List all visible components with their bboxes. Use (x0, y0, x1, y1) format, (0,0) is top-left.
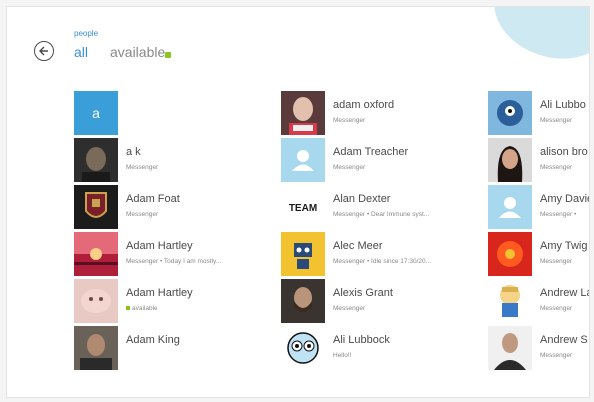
contact-name: Alan Dexter (333, 193, 391, 205)
contact-name: Adam Treacher (333, 146, 409, 158)
available-dot-icon (126, 306, 130, 311)
contact-avatar (74, 138, 118, 182)
people-app-window: people all available a a k Messenger Adam F… (6, 6, 590, 398)
back-arrow-icon (39, 46, 48, 56)
contact-avatar: TEAM (281, 185, 325, 229)
contact-name: Adam Hartley (126, 287, 193, 299)
contact-avatar: a (74, 91, 118, 135)
contact-name: Adam King (126, 334, 180, 346)
contact-status: Messenger • Dear Immune syst... (333, 211, 430, 218)
contact-status: available (126, 305, 158, 312)
contact-avatar (74, 185, 118, 229)
contact-name: Amy Twig (540, 240, 588, 252)
back-button[interactable] (34, 41, 54, 61)
svg-text:TEAM: TEAM (289, 203, 317, 214)
contact-avatar (488, 232, 532, 276)
letter-group-header: a (74, 91, 118, 135)
contact-avatar (488, 326, 532, 370)
contact-status: Messenger (540, 305, 573, 312)
contact-avatar (488, 185, 532, 229)
contact-name: Ali Lubbock (333, 334, 390, 346)
filter-all[interactable]: all (74, 44, 88, 60)
section-label: people (74, 29, 99, 38)
contact-status: Messenger (540, 117, 573, 124)
contact-avatar (488, 279, 532, 323)
available-status-icon (165, 52, 171, 58)
contact-name: Alexis Grant (333, 287, 393, 299)
contact-name: Amy Davie (540, 193, 590, 205)
contact-status: Hello!! (333, 352, 352, 359)
corner-decoration (482, 7, 589, 74)
contact-name: Ali Lubbo (540, 99, 586, 111)
contact-status: Messenger • Today I am mostly... (126, 258, 222, 265)
contact-name: a k (126, 146, 141, 158)
contact-status: Messenger (333, 117, 366, 124)
contact-avatar (74, 232, 118, 276)
contact-avatar (281, 91, 325, 135)
contact-avatar (74, 326, 118, 370)
contact-name: Adam Foat (126, 193, 180, 205)
contact-status: Messenger (540, 352, 573, 359)
contact-avatar (281, 279, 325, 323)
contact-avatar (488, 91, 532, 135)
contact-name: adam oxford (333, 99, 395, 111)
contact-name: Alec Meer (333, 240, 383, 252)
contact-name: Andrew S (540, 334, 588, 346)
contact-status: Messenger (126, 164, 159, 171)
contact-name: Andrew La (540, 287, 590, 299)
contact-avatar (281, 138, 325, 182)
contact-avatar (488, 138, 532, 182)
contact-avatar (281, 232, 325, 276)
contact-status: Messenger (333, 305, 366, 312)
contact-status: Messenger • (540, 211, 577, 218)
contact-status: Messenger (333, 164, 366, 171)
contact-avatar (74, 279, 118, 323)
contact-name: Adam Hartley (126, 240, 193, 252)
contact-status: Messenger (540, 258, 573, 265)
contact-status: Messenger (126, 211, 159, 218)
contact-status: Messenger • Idle since 17:30/20... (333, 258, 432, 265)
contact-avatar (281, 326, 325, 370)
filter-available[interactable]: available (110, 44, 165, 60)
contact-name: alison bro (540, 146, 588, 158)
contact-status: Messenger (540, 164, 573, 171)
